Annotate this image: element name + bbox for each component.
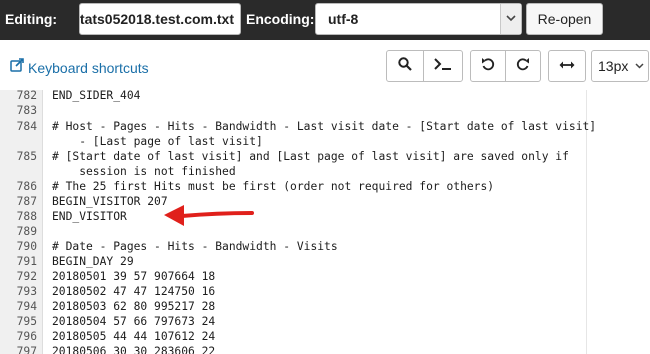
code-line: session is not finished — [0, 164, 650, 179]
code-editor[interactable]: 782 END_SIDER_404 783 784 # Host - Pages -… — [0, 90, 650, 354]
font-size-value: 13px — [598, 58, 629, 74]
font-size-select[interactable]: 13px — [591, 50, 649, 82]
line-text: 20180502 47 47 124750 16 — [52, 285, 216, 298]
code-line: 795 20180504 57 66 797673 24 — [0, 314, 650, 329]
terminal-icon — [434, 57, 452, 76]
line-number: 784 — [16, 120, 37, 133]
encoding-select[interactable]: utf-8 — [315, 3, 522, 35]
line-text: session is not finished — [52, 165, 236, 178]
code-line: 790 # Date - Pages - Hits - Bandwidth - V… — [0, 239, 650, 254]
external-link-icon — [10, 58, 24, 77]
encoding-label: Encoding: — [246, 11, 315, 27]
code-line: 791 BEGIN_DAY 29 — [0, 254, 650, 269]
code-line: 786 # The 25 first Hits must be first (or… — [0, 179, 650, 194]
wrap-toggle-icon — [559, 57, 575, 75]
line-number: 789 — [16, 225, 37, 238]
chevron-down-icon[interactable] — [500, 4, 521, 34]
line-text: END_SIDER_404 — [52, 90, 141, 102]
line-text: 20180501 39 57 907664 18 — [52, 270, 216, 283]
line-number: 794 — [16, 300, 37, 313]
code-line: - [Last page of last visit] — [0, 134, 650, 149]
code-line: 796 20180505 44 44 107612 24 — [0, 329, 650, 344]
filename-field[interactable]: stats052018.test.com.txt — [79, 3, 241, 35]
undo-button[interactable] — [470, 50, 506, 82]
code-line: 788 END_VISITOR — [0, 209, 650, 224]
keyboard-shortcuts-link[interactable]: Keyboard shortcuts — [10, 58, 149, 77]
line-text: 20180504 57 66 797673 24 — [52, 315, 216, 328]
undo-icon — [481, 57, 495, 76]
line-number: 792 — [16, 270, 37, 283]
line-number: 787 — [16, 195, 37, 208]
line-number: 786 — [16, 180, 37, 193]
encoding-value: utf-8 — [328, 11, 359, 27]
line-text: BEGIN_DAY 29 — [52, 255, 134, 268]
line-number: 791 — [16, 255, 37, 268]
code-line: 785 # [Start date of last visit] and [Las… — [0, 149, 650, 164]
line-text: # Date - Pages - Hits - Bandwidth - Visi… — [52, 240, 338, 253]
code-line: 792 20180501 39 57 907664 18 — [0, 269, 650, 284]
line-text: 20180505 44 44 107612 24 — [52, 330, 216, 343]
filename-text: stats052018.test.com.txt — [79, 11, 234, 27]
code-line: 784 # Host - Pages - Hits - Bandwidth - L… — [0, 119, 650, 134]
search-button[interactable] — [386, 50, 424, 82]
line-text: # [Start date of last visit] and [Last p… — [52, 150, 569, 163]
line-number: 782 — [16, 90, 37, 102]
line-number: 785 — [16, 150, 37, 163]
editor-header-bar: Editing: stats052018.test.com.txt Encodi… — [0, 0, 650, 40]
line-text: - [Last page of last visit] — [52, 135, 263, 148]
line-text: 20180506 30 30 283606 22 — [52, 345, 216, 354]
red-annotation-arrow-icon — [164, 205, 254, 226]
code-line: 797 20180506 30 30 283606 22 — [0, 344, 650, 354]
line-text: 20180503 62 80 995217 28 — [52, 300, 216, 313]
line-text: # Host - Pages - Hits - Bandwidth - Last… — [52, 120, 597, 133]
code-line: 789 — [0, 224, 650, 239]
search-icon — [398, 56, 412, 76]
code-line: 783 — [0, 103, 650, 118]
line-number: 793 — [16, 285, 37, 298]
keyboard-shortcuts-label: Keyboard shortcuts — [28, 59, 149, 76]
line-text: BEGIN_VISITOR 207 — [52, 195, 168, 208]
code-line: 794 20180503 62 80 995217 28 — [0, 299, 650, 314]
line-text: END_VISITOR — [52, 210, 127, 223]
line-number: 796 — [16, 330, 37, 343]
code-line: 787 BEGIN_VISITOR 207 — [0, 194, 650, 209]
goto-line-button[interactable] — [423, 50, 463, 82]
line-number: 790 — [16, 240, 37, 253]
line-number: 795 — [16, 315, 37, 328]
editing-label: Editing: — [5, 11, 58, 27]
code-line: 782 END_SIDER_404 — [0, 90, 650, 103]
redo-button[interactable] — [505, 50, 541, 82]
line-text: # The 25 first Hits must be first (order… — [52, 180, 495, 193]
line-number: 788 — [16, 210, 37, 223]
wrap-toggle-button[interactable] — [548, 50, 586, 82]
reopen-button[interactable]: Re-open — [526, 3, 603, 35]
editor-toolbar: Keyboard shortcuts 13px — [0, 40, 650, 90]
line-number: 783 — [16, 104, 37, 117]
redo-icon — [516, 57, 530, 76]
line-number: 797 — [16, 345, 37, 354]
code-line: 793 20180502 47 47 124750 16 — [0, 284, 650, 299]
